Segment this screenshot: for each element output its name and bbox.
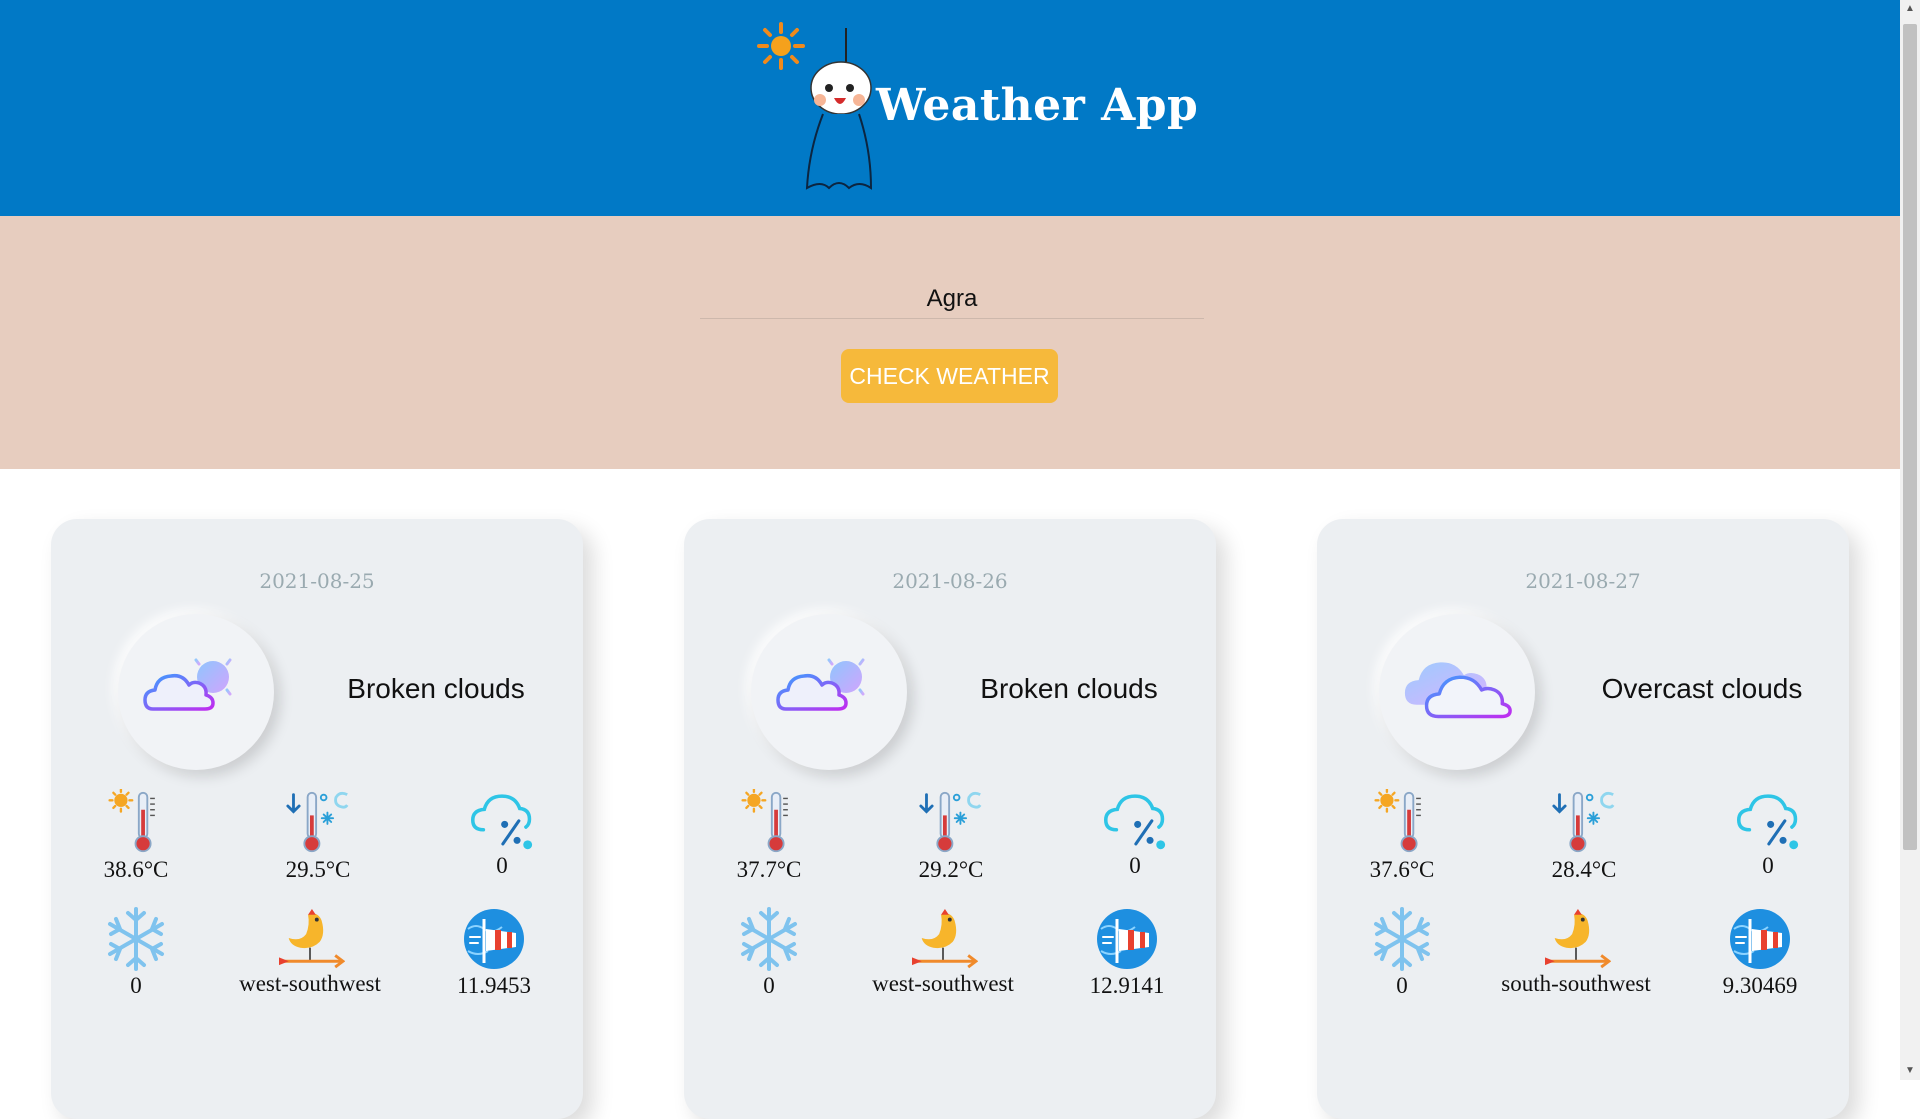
broken-clouds-icon bbox=[774, 647, 884, 727]
cold-thermometer-icon bbox=[1551, 789, 1617, 855]
snowflake-icon bbox=[737, 907, 801, 971]
weather-description: Broken clouds bbox=[980, 673, 1158, 704]
precip-value: 0 bbox=[496, 853, 508, 878]
weather-vane-icon bbox=[275, 907, 345, 969]
forecast-date: 2021-08-27 bbox=[1525, 569, 1641, 593]
wind-direction-value: west-southwest bbox=[239, 971, 381, 996]
min-temp-metric: 29.2°C bbox=[866, 789, 1036, 883]
max-temp-metric: 37.6°C bbox=[1317, 789, 1487, 883]
precipitation-icon bbox=[1102, 789, 1168, 851]
forecast-card: 2021-08-26 Broken clouds 37.7°C 29.2°C 0… bbox=[684, 519, 1216, 1119]
weather-icon-circle bbox=[751, 614, 907, 770]
city-input[interactable] bbox=[700, 280, 1204, 319]
weather-vane-icon bbox=[908, 907, 978, 969]
min-temp-value: 29.2°C bbox=[918, 857, 984, 882]
hot-thermometer-icon bbox=[1372, 789, 1432, 855]
min-temp-value: 29.5°C bbox=[285, 857, 351, 882]
broken-clouds-icon bbox=[141, 647, 251, 727]
cold-thermometer-icon bbox=[918, 789, 984, 855]
scroll-thumb[interactable] bbox=[1903, 24, 1917, 850]
max-temp-metric: 37.7°C bbox=[684, 789, 854, 883]
precipitation-icon bbox=[1735, 789, 1801, 851]
overcast-clouds-icon bbox=[1399, 647, 1517, 727]
hot-thermometer-icon bbox=[106, 789, 166, 855]
precip-value: 0 bbox=[1129, 853, 1141, 878]
forecast-card: 2021-08-25 Broken clouds 38.6°C 29.5°C 0… bbox=[51, 519, 583, 1119]
scroll-up-arrow[interactable]: ▲ bbox=[1900, 0, 1920, 18]
windsock-icon bbox=[462, 907, 526, 971]
weather-icon-circle bbox=[1379, 614, 1535, 770]
max-temp-metric: 38.6°C bbox=[51, 789, 221, 883]
cold-thermometer-icon bbox=[285, 789, 351, 855]
snow-metric: 0 bbox=[51, 907, 221, 999]
snow-value: 0 bbox=[130, 973, 142, 998]
wind-direction-metric: west-southwest bbox=[858, 907, 1028, 997]
precip-metric: 0 bbox=[1050, 789, 1220, 879]
app-title: Weather App bbox=[876, 80, 1199, 131]
wind-direction-value: south-southwest bbox=[1501, 971, 1651, 996]
weather-description: Overcast clouds bbox=[1601, 673, 1803, 704]
forecast-card: 2021-08-27 Overcast clouds 37.6°C 28.4°C… bbox=[1317, 519, 1849, 1119]
wind-speed-metric: 11.9453 bbox=[409, 907, 579, 999]
wind-speed-value: 9.30469 bbox=[1722, 973, 1798, 998]
wind-direction-value: west-southwest bbox=[872, 971, 1014, 996]
vertical-scrollbar[interactable]: ▲ ▼ bbox=[1900, 0, 1920, 1080]
wind-speed-value: 12.9141 bbox=[1089, 973, 1165, 998]
wind-speed-value: 11.9453 bbox=[457, 973, 531, 998]
weather-vane-icon bbox=[1541, 907, 1611, 969]
min-temp-value: 28.4°C bbox=[1551, 857, 1617, 882]
wind-speed-metric: 12.9141 bbox=[1042, 907, 1212, 999]
snow-metric: 0 bbox=[684, 907, 854, 999]
check-weather-button[interactable]: CHECK WEATHER bbox=[841, 349, 1058, 403]
wind-speed-metric: 9.30469 bbox=[1675, 907, 1845, 999]
snow-value: 0 bbox=[1396, 973, 1408, 998]
max-temp-value: 38.6°C bbox=[103, 857, 169, 882]
scroll-down-arrow[interactable]: ▼ bbox=[1900, 1062, 1920, 1080]
windsock-icon bbox=[1728, 907, 1792, 971]
hot-thermometer-icon bbox=[739, 789, 799, 855]
precip-metric: 0 bbox=[417, 789, 587, 879]
precipitation-icon bbox=[469, 789, 535, 851]
precip-value: 0 bbox=[1762, 853, 1774, 878]
snow-metric: 0 bbox=[1317, 907, 1487, 999]
wind-direction-metric: south-southwest bbox=[1491, 907, 1661, 997]
precip-metric: 0 bbox=[1683, 789, 1853, 879]
min-temp-metric: 29.5°C bbox=[233, 789, 403, 883]
forecast-date: 2021-08-25 bbox=[259, 569, 375, 593]
wind-direction-metric: west-southwest bbox=[225, 907, 395, 997]
weather-mascot-logo bbox=[757, 22, 873, 190]
min-temp-metric: 28.4°C bbox=[1499, 789, 1669, 883]
search-section bbox=[0, 216, 1900, 469]
max-temp-value: 37.7°C bbox=[736, 857, 802, 882]
snowflake-icon bbox=[104, 907, 168, 971]
weather-description: Broken clouds bbox=[347, 673, 525, 704]
windsock-icon bbox=[1095, 907, 1159, 971]
snow-value: 0 bbox=[763, 973, 775, 998]
weather-icon-circle bbox=[118, 614, 274, 770]
max-temp-value: 37.6°C bbox=[1369, 857, 1435, 882]
snowflake-icon bbox=[1370, 907, 1434, 971]
forecast-date: 2021-08-26 bbox=[892, 569, 1008, 593]
